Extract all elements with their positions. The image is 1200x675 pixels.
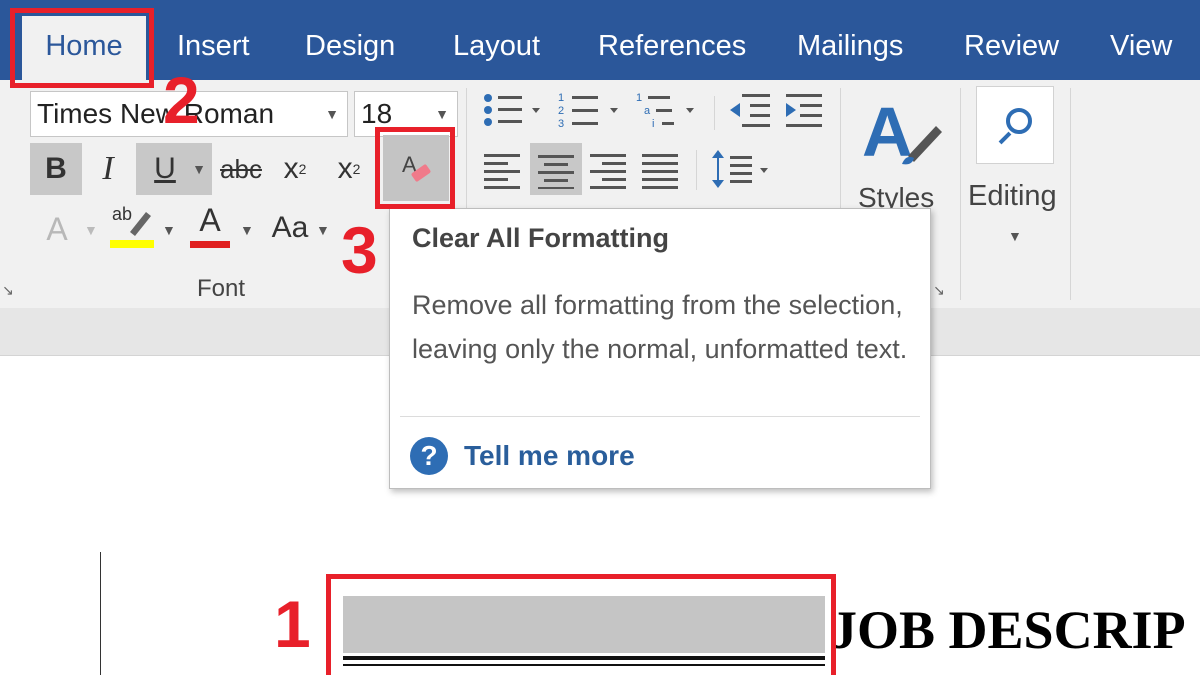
increase-indent-icon[interactable] [782,90,828,130]
chevron-down-icon[interactable]: ▼ [316,222,330,238]
group-divider [1070,88,1071,300]
align-center-icon [538,155,574,189]
tab-review[interactable]: Review [964,0,1059,80]
subscript-mark: 2 [298,161,307,177]
underline-glyph: U [154,152,176,185]
svg-text:1: 1 [558,92,564,104]
chevron-down-icon[interactable]: ▼ [84,222,98,238]
editing-label[interactable]: Editing [968,180,1057,213]
tab-design[interactable]: Design [305,0,395,80]
chevron-down-icon[interactable]: ▼ [240,222,254,238]
font-name-value: Times New Roman [37,98,275,129]
font-color-button[interactable]: A [186,200,234,252]
justify-icon[interactable] [640,150,682,190]
step-2-number: 2 [163,63,200,137]
align-right-icon[interactable] [588,150,630,190]
magnifier-icon [998,108,1032,145]
step-1-number: 1 [274,587,311,661]
group-divider [696,150,697,190]
superscript-button[interactable]: x2 [324,143,374,195]
tell-me-more-label: Tell me more [464,440,635,471]
bold-button[interactable]: B [30,143,82,195]
svg-text:1: 1 [636,92,642,104]
tooltip-title: Clear All Formatting [412,223,670,253]
chevron-down-icon[interactable]: ▼ [1008,228,1022,244]
font-color-swatch [190,241,230,248]
italic-button[interactable]: I [84,143,132,195]
group-divider [714,96,715,130]
bullets-icon[interactable] [480,90,544,130]
chevron-down-icon[interactable]: ▼ [325,92,339,136]
find-button[interactable] [976,86,1054,164]
superscript-mark: 2 [352,161,361,177]
decrease-indent-icon[interactable] [728,90,774,130]
step-2-highlight-box [10,8,154,88]
font-group-label: Font [197,275,246,302]
dialog-launcher-icon[interactable]: ↘ [2,282,14,299]
align-center-button[interactable] [530,143,582,195]
svg-text:3: 3 [558,118,564,130]
step-1-highlight-box [326,574,836,675]
svg-text:2: 2 [558,105,564,117]
tab-references[interactable]: References [598,0,746,80]
help-icon: ? [410,437,448,475]
styles-icon[interactable]: A [858,92,944,172]
tab-layout[interactable]: Layout [453,0,540,80]
clear-formatting-tooltip: Clear All Formatting Remove all formatti… [389,208,931,489]
subscript-glyph: x [283,152,299,185]
step-3-number: 3 [341,213,378,287]
text-effects-button[interactable]: A [38,206,76,252]
tooltip-body: Remove all formatting from the selection… [412,290,908,364]
strikethrough-button[interactable]: abc [216,143,266,195]
font-size-value: 18 [361,98,393,129]
svg-text:a: a [644,105,651,117]
group-divider [960,88,961,300]
align-left-icon[interactable] [482,150,524,190]
numbering-icon[interactable]: 1 2 3 [556,90,626,130]
tab-mailings[interactable]: Mailings [797,0,903,80]
highlighter-icon [130,212,151,236]
tooltip-divider [400,416,920,417]
tab-view[interactable]: View [1110,0,1172,80]
multilevel-list-icon[interactable]: 1 a i [634,90,704,130]
document-heading[interactable]: JOB DESCRIP [830,599,1186,661]
chevron-down-icon[interactable]: ▼ [192,161,206,177]
dialog-launcher-icon[interactable]: ↘ [933,282,945,299]
tell-me-more-link[interactable]: ? Tell me more [410,437,635,475]
highlight-swatch [110,240,154,248]
svg-text:i: i [652,118,654,130]
superscript-glyph: x [337,152,353,185]
highlight-color-button[interactable]: ab [106,200,158,252]
change-case-button[interactable]: Aa [264,204,316,252]
step-3-highlight-box [375,127,455,209]
line-spacing-icon[interactable] [708,148,774,192]
text-boundary-line [100,552,101,675]
chevron-down-icon[interactable]: ▼ [162,222,176,238]
underline-button[interactable]: U ▼ [136,143,212,195]
font-color-glyph: A [199,202,221,238]
subscript-button[interactable]: x2 [270,143,320,195]
